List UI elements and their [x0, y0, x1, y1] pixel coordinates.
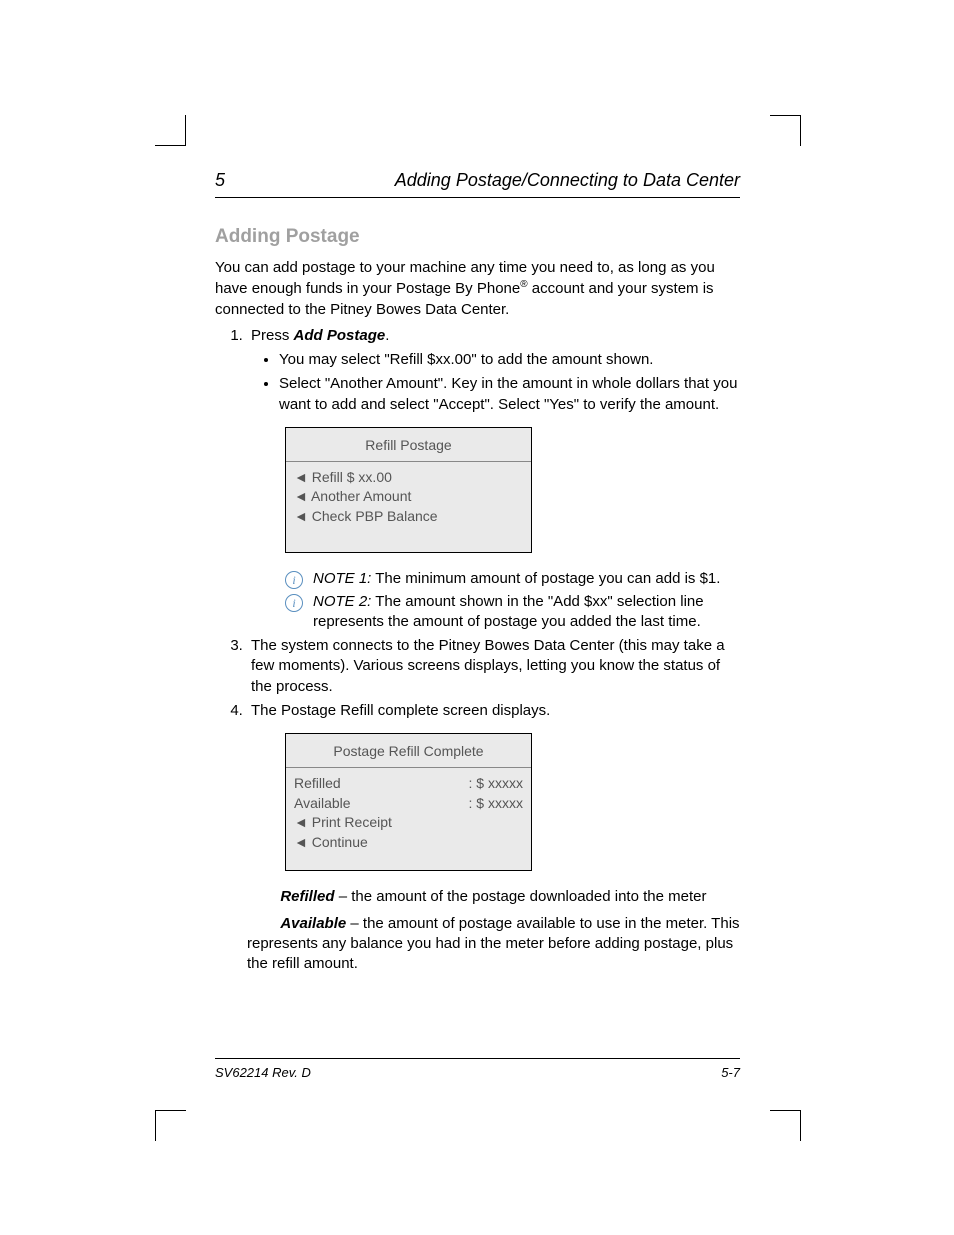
crop-mark — [155, 115, 186, 146]
chapter-title: Adding Postage/Connecting to Data Center — [395, 170, 740, 191]
refill-complete-screen: Postage Refill Complete Refilled : $ xxx… — [285, 733, 532, 871]
screen2-title: Postage Refill Complete — [286, 734, 531, 768]
step1-bullet2: Select "Another Amount". Key in the amou… — [279, 374, 740, 415]
crop-mark — [770, 1110, 801, 1141]
step-3: The system connects to the Pitney Bowes … — [247, 636, 740, 697]
screen2-available-value: : $ xxxxx — [469, 794, 523, 814]
section-title: Adding Postage — [215, 226, 740, 248]
chapter-number: 5 — [215, 170, 225, 191]
step4-text: The Postage Refill complete screen displ… — [251, 702, 550, 719]
def2-term: Available — [280, 915, 346, 932]
crop-mark — [770, 115, 801, 146]
page-footer: SV62214 Rev. D 5-7 — [215, 1058, 740, 1080]
step-1: Press Add Postage. You may select "Refil… — [247, 326, 740, 632]
step-4: The Postage Refill complete screen displ… — [247, 701, 740, 872]
refill-postage-screen: Refill Postage ◄ Refill $ xx.00 ◄ Anothe… — [285, 427, 532, 554]
screen1-title: Refill Postage — [286, 428, 531, 462]
def1-text: – the amount of the postage downloaded i… — [335, 888, 707, 905]
chapter-header: 5 Adding Postage/Connecting to Data Cent… — [215, 170, 740, 198]
note-1: i NOTE 1: The minimum amount of postage … — [285, 569, 740, 589]
note1-text: The minimum amount of postage you can ad… — [371, 570, 720, 587]
def-available: Available – the amount of postage availa… — [247, 914, 740, 975]
screen1-opt-another: ◄ Another Amount — [294, 487, 523, 507]
info-icon: i — [285, 594, 303, 612]
add-postage-button-ref: Add Postage — [294, 327, 386, 344]
screen1-opt-refill: ◄ Refill $ xx.00 — [294, 468, 523, 488]
screen2-refilled-value: : $ xxxxx — [469, 774, 523, 794]
info-icon: i — [285, 571, 303, 589]
step1-bullet1: You may select "Refill $xx.00" to add th… — [279, 350, 740, 370]
note2-text: The amount shown in the "Add $xx" select… — [313, 593, 704, 630]
screen2-opt-continue: ◄ Continue — [294, 833, 523, 853]
screen1-opt-check-balance: ◄ Check PBP Balance — [294, 507, 523, 527]
note-2: i NOTE 2: The amount shown in the "Add $… — [285, 592, 740, 633]
def1-term: Refilled — [280, 888, 334, 905]
intro-paragraph: You can add postage to your machine any … — [215, 258, 740, 320]
note1-label: NOTE 1: — [313, 570, 371, 587]
def-refilled: Refilled – the amount of the postage dow… — [247, 887, 740, 907]
screen2-available-label: Available — [294, 794, 351, 814]
screen2-opt-print: ◄ Print Receipt — [294, 813, 523, 833]
screen2-refilled-label: Refilled — [294, 774, 341, 794]
step1-prefix: Press — [251, 327, 294, 344]
footer-page: 5-7 — [721, 1065, 740, 1080]
note2-label: NOTE 2: — [313, 593, 371, 610]
footer-rev: SV62214 Rev. D — [215, 1065, 311, 1080]
step1-suffix: . — [385, 327, 389, 344]
registered-mark: ® — [520, 279, 527, 290]
crop-mark — [155, 1110, 186, 1141]
